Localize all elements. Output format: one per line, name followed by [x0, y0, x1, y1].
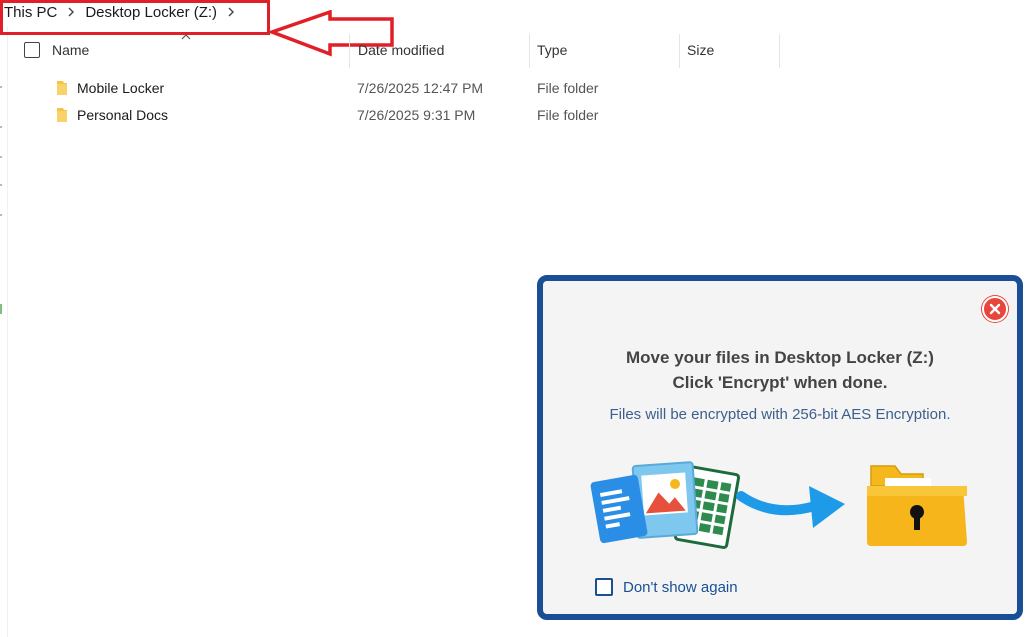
column-date-modified[interactable]: Date modified — [358, 34, 444, 68]
encrypt-info-popup: Move your files in Desktop Locker (Z:) C… — [537, 275, 1023, 620]
close-button[interactable] — [982, 296, 1008, 322]
folder-icon — [57, 108, 67, 122]
column-type[interactable]: Type — [537, 34, 567, 68]
file-date: 7/26/2025 9:31 PM — [357, 107, 476, 123]
column-divider[interactable] — [349, 34, 350, 68]
dont-show-again-checkbox[interactable] — [595, 578, 613, 596]
file-type: File folder — [537, 107, 599, 123]
column-size[interactable]: Size — [687, 34, 714, 68]
locked-folder-icon — [867, 465, 967, 546]
column-divider[interactable] — [779, 34, 780, 68]
popup-subtitle: Files will be encrypted with 256-bit AES… — [609, 406, 951, 423]
arrow-right-icon — [736, 486, 845, 528]
sort-ascending-icon — [181, 32, 191, 43]
column-divider[interactable] — [529, 34, 530, 68]
file-name: Mobile Locker — [77, 80, 165, 96]
tree-marker — [0, 214, 2, 216]
popup-title: Move your files in Desktop Locker (Z:) C… — [543, 345, 1017, 395]
file-date: 7/26/2025 12:47 PM — [357, 80, 484, 96]
tree-marker — [0, 86, 2, 88]
popup-title-line1: Move your files in Desktop Locker (Z:) — [626, 348, 934, 367]
annotation-highlight-box — [0, 0, 270, 35]
file-name: Personal Docs — [77, 107, 169, 123]
close-icon — [989, 303, 1001, 315]
file-row[interactable]: Personal Docs 7/26/2025 9:31 PM File fol… — [10, 102, 1027, 129]
file-type: File folder — [537, 80, 599, 96]
encryption-illustration — [590, 461, 967, 549]
dont-show-again-option[interactable]: Don't show again — [595, 578, 738, 596]
navigation-pane-edge — [0, 26, 8, 637]
tree-marker — [0, 304, 2, 314]
file-list: Mobile Locker 7/26/2025 12:47 PM File fo… — [10, 75, 1027, 129]
tree-marker — [0, 184, 2, 186]
select-all-checkbox[interactable] — [24, 42, 40, 58]
file-row[interactable]: Mobile Locker 7/26/2025 12:47 PM File fo… — [10, 75, 1027, 102]
folder-icon — [57, 81, 67, 95]
column-divider[interactable] — [679, 34, 680, 68]
popup-title-line2: Click 'Encrypt' when done. — [672, 373, 888, 392]
tree-marker — [0, 156, 2, 158]
tree-marker — [0, 126, 2, 128]
column-header: Name Date modified Type Size — [10, 34, 1027, 68]
dont-show-again-label[interactable]: Don't show again — [623, 579, 738, 596]
column-name[interactable]: Name — [52, 34, 89, 68]
